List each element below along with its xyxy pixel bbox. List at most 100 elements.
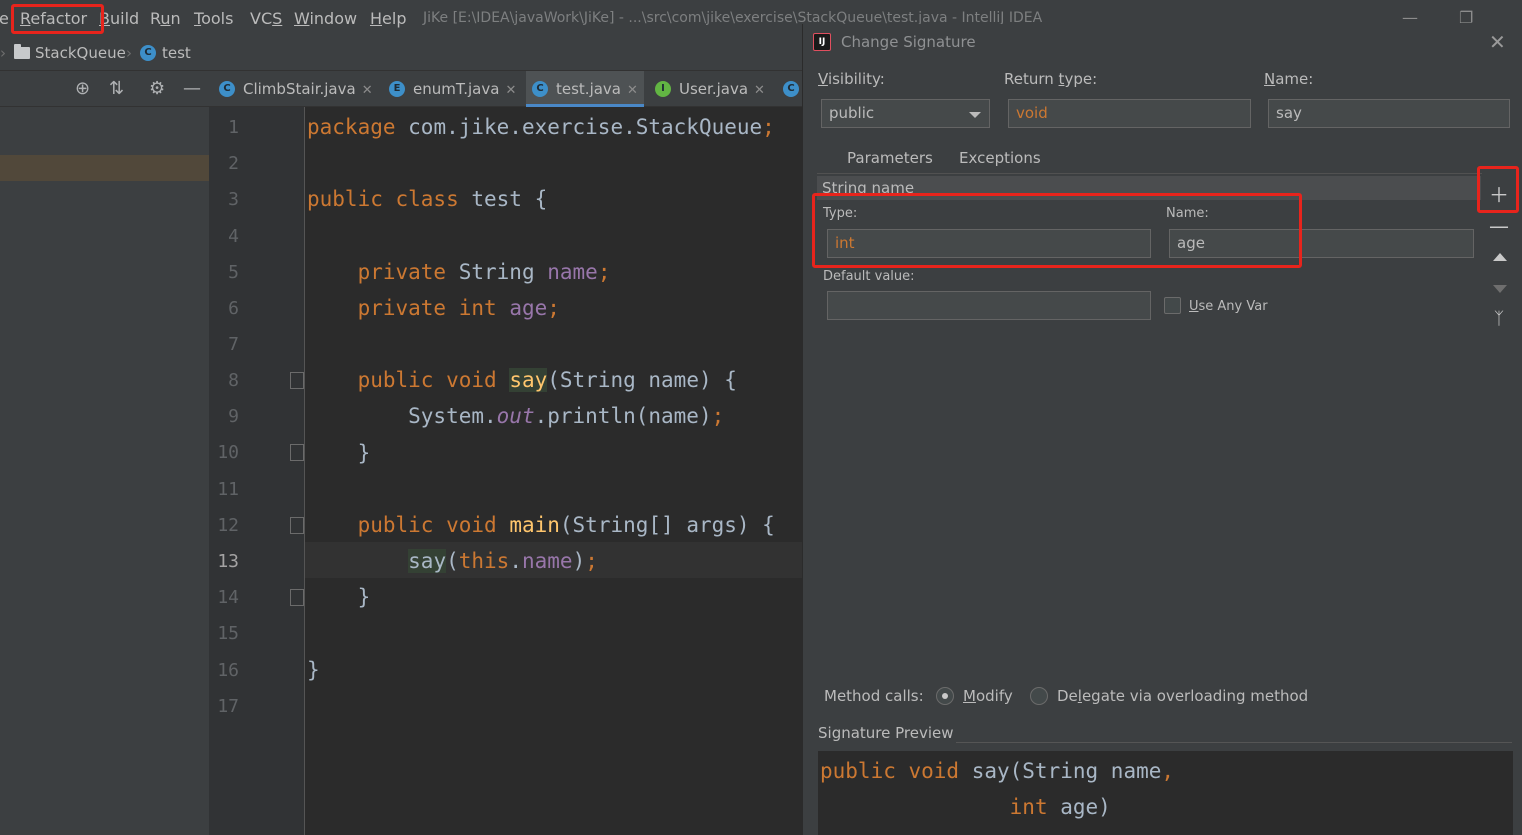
close-icon[interactable]: ✕ [1489, 30, 1506, 54]
tab-enumt[interactable]: E enumT.java ✕ [383, 71, 523, 107]
line-number: 3 [228, 189, 239, 210]
line-number: 17 [217, 696, 239, 717]
visibility-label: Visibility: [818, 70, 885, 88]
preview-line-2: int age) [1009, 795, 1111, 819]
line-number: 11 [217, 479, 239, 500]
use-any-var-checkbox[interactable] [1164, 297, 1181, 314]
code-line-12: public void main(String[] args) { [357, 513, 775, 537]
code-line-5: private String name; [357, 260, 611, 284]
breadcrumb-file[interactable]: test [162, 44, 191, 62]
code-editor[interactable]: package com.jike.exercise.StackQueue; pu… [305, 107, 802, 835]
menu-window[interactable]: Window [294, 9, 357, 28]
breadcrumb-folder[interactable]: StackQueue [35, 44, 126, 62]
tab-exceptions[interactable]: Exceptions [945, 146, 1055, 176]
delegate-label[interactable]: Delegate via overloading method [1057, 687, 1308, 705]
tab-truncated[interactable]: C [777, 71, 802, 107]
line-number-current: 13 [217, 551, 239, 572]
move-up-icon[interactable] [1493, 253, 1507, 261]
fold-icon[interactable] [290, 517, 304, 534]
preview-line-1: public void say(String name, [820, 759, 1175, 783]
code-line-13: say(this.name); [408, 549, 598, 573]
fold-icon[interactable] [290, 589, 304, 606]
fold-icon[interactable] [290, 372, 304, 389]
close-icon[interactable]: ✕ [627, 83, 638, 98]
modify-radio[interactable] [936, 687, 954, 705]
code-line-1: package com.jike.exercise.StackQueue; [307, 115, 775, 139]
menu-help[interactable]: Help [370, 9, 406, 28]
line-number: 5 [228, 262, 239, 283]
sidebar-selection[interactable] [0, 155, 209, 181]
modify-label[interactable]: Modify [963, 687, 1013, 705]
delegate-radio[interactable] [1030, 687, 1048, 705]
enum-icon: E [389, 81, 405, 97]
code-line-16: } [307, 658, 320, 682]
project-sidebar [0, 107, 209, 835]
code-line-3: public class test { [307, 187, 548, 211]
editor-tab-bar: ⊕ ⇅ ⚙ — C ClimbStair.java ✕ E enumT.java ✕… [0, 71, 802, 107]
chevron-down-icon [969, 112, 981, 118]
line-number: 14 [217, 587, 239, 608]
line-number: 16 [217, 660, 239, 681]
line-gutter: 1 2 3 4 5 6 7 8 9 10 11 12 13 14 15 16 1… [209, 107, 305, 835]
tab-label: enumT.java [413, 80, 500, 98]
breadcrumb: › StackQueue › C test [0, 36, 802, 71]
menu-tools[interactable]: Tools [194, 9, 233, 28]
gear-icon[interactable]: ⚙ [149, 78, 165, 99]
close-icon[interactable]: ✕ [362, 83, 373, 98]
use-any-var-label[interactable]: Use Any Var [1189, 299, 1268, 314]
default-value-label: Default value: [823, 269, 915, 284]
move-down-icon[interactable] [1493, 285, 1507, 293]
visibility-value: public [829, 104, 875, 122]
tab-parameters[interactable]: Parameters [833, 146, 947, 176]
default-value-input[interactable] [827, 291, 1151, 320]
menu-run[interactable]: Run [150, 9, 181, 28]
tab-label: test.java [556, 80, 622, 98]
line-number: 10 [217, 442, 239, 463]
annotation-new-parameter [812, 193, 1302, 268]
tab-label: ClimbStair.java [243, 80, 356, 98]
locate-icon[interactable]: ⊕ [75, 78, 90, 99]
return-type-input[interactable]: void [1008, 99, 1251, 128]
class-icon: C [140, 45, 156, 61]
code-line-8: public void say(String name) { [357, 368, 737, 392]
folder-icon [14, 44, 30, 59]
menu-build[interactable]: Build [99, 9, 139, 28]
return-type-label: Return type: [1004, 70, 1098, 88]
code-line-6: private int age; [357, 296, 560, 320]
code-line-9: System.out.println(name); [307, 404, 725, 428]
change-signature-dialog: IJ Change Signature ✕ Visibility: Return… [802, 24, 1522, 835]
menu-item-partial[interactable]: e [0, 9, 9, 28]
preview-divider [956, 742, 1512, 743]
class-icon: C [219, 81, 235, 97]
class-icon: C [783, 81, 799, 97]
signature-preview: public void say(String name, int age) [818, 751, 1513, 835]
remove-parameter-button[interactable]: — [1489, 214, 1509, 238]
collapse-icon[interactable]: ⇅ [109, 78, 124, 99]
line-number: 9 [228, 406, 239, 427]
close-icon[interactable]: ✕ [754, 83, 765, 98]
tab-label: User.java [679, 80, 749, 98]
code-line-14: } [307, 585, 371, 609]
line-number: 8 [228, 370, 239, 391]
method-calls-label: Method calls: [824, 687, 924, 705]
breadcrumb-chevron-icon: › [0, 44, 6, 62]
breadcrumb-separator-icon: › [126, 44, 132, 62]
dialog-title: Change Signature [841, 33, 976, 51]
line-number: 7 [228, 334, 239, 355]
propagate-icon[interactable]: ᛉ [1489, 309, 1509, 329]
tab-test[interactable]: C test.java ✕ [526, 71, 644, 107]
annotation-refactor-menu [11, 4, 104, 34]
method-name-input[interactable]: say [1268, 99, 1510, 128]
intellij-icon: IJ [813, 33, 831, 51]
tab-climbstair[interactable]: C ClimbStair.java ✕ [213, 71, 383, 107]
fold-icon[interactable] [290, 444, 304, 461]
line-number: 1 [228, 117, 239, 138]
line-number: 15 [217, 623, 239, 644]
visibility-select[interactable]: public [821, 99, 990, 128]
signature-preview-label: Signature Preview [818, 724, 954, 742]
tab-user[interactable]: I User.java ✕ [649, 71, 775, 107]
menu-vcs[interactable]: VCS [250, 9, 282, 28]
annotation-add-button [1477, 166, 1519, 213]
close-icon[interactable]: ✕ [505, 83, 516, 98]
hide-icon[interactable]: — [183, 78, 201, 99]
